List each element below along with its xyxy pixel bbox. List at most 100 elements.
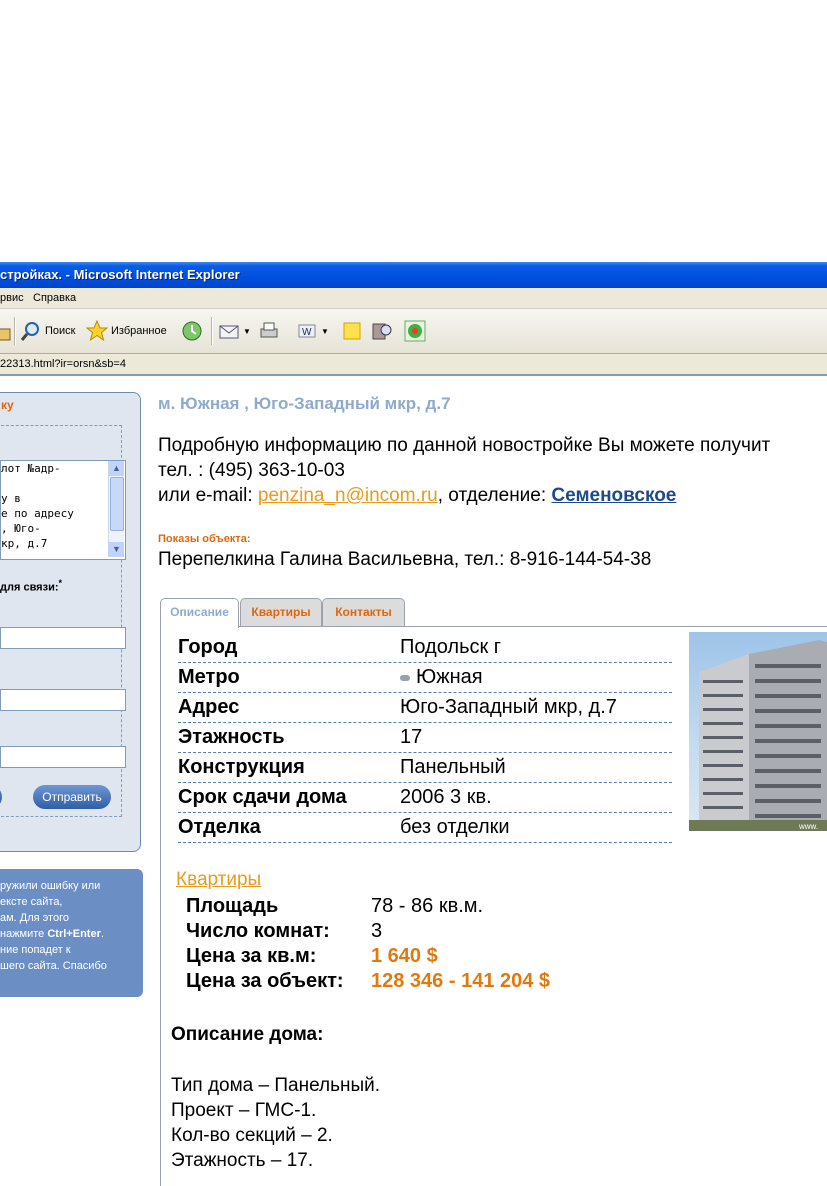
notice-line: ружили ошибку или	[0, 880, 101, 892]
tab-description[interactable]: Описание	[160, 598, 239, 628]
total-price: 128 346 - 141 204 $	[371, 970, 551, 992]
notice-line: ам. Для этого	[0, 912, 69, 924]
chevron-down-icon: ▼	[321, 326, 329, 336]
property-key: Конструкция	[178, 756, 305, 778]
contact-label: для связи:*	[0, 578, 63, 594]
property-key: Метро	[178, 666, 240, 688]
property-value: Подольск г	[400, 636, 502, 658]
property-key: Срок сдачи дома	[178, 786, 347, 808]
scroll-up-icon[interactable]: ▲	[109, 461, 124, 476]
property-row: Город Подольск г	[178, 633, 672, 663]
building-image: www.	[689, 640, 827, 831]
property-key: Адрес	[178, 696, 240, 718]
research-button[interactable]	[371, 317, 393, 345]
flat-value: 3	[371, 920, 383, 942]
flat-row: Цена за объект: 128 346 - 141 204 $	[186, 970, 550, 993]
name-input[interactable]	[0, 689, 126, 711]
property-row: Конструкция Панельный	[178, 753, 672, 783]
chevron-down-icon: ▼	[243, 326, 251, 336]
email-line: или e-mail: penzina_n@incom.ru, отделени…	[158, 485, 677, 506]
flat-key: Число комнат:	[186, 920, 330, 942]
error-report-notice: ружили ошибку или ексте сайта, ам. Для э…	[0, 869, 143, 997]
required-mark: *	[58, 578, 63, 588]
note-button[interactable]	[341, 317, 363, 345]
favorites-button[interactable]: Избранное	[86, 317, 167, 345]
property-row: Отделка без отделки	[178, 813, 672, 843]
page-title: м. Южная , Юго-Западный мкр, д.7	[158, 394, 451, 413]
property-value: Южная	[400, 666, 483, 689]
home-icon	[0, 328, 11, 341]
flat-key: Цена за объект:	[186, 970, 344, 992]
feedback-panel-title: ку	[1, 398, 14, 412]
description-line: Кол-во секций – 2.	[171, 1125, 333, 1146]
flat-row: Площадь 78 - 86 кв.м.	[186, 895, 483, 918]
flat-value: 78 - 86 кв.м.	[371, 895, 484, 917]
shows-label: Показы объекта:	[158, 533, 251, 545]
scroll-down-icon[interactable]: ▼	[109, 542, 124, 557]
notice-line: ексте сайта,	[0, 896, 63, 908]
icq-button[interactable]	[404, 317, 426, 345]
email-link[interactable]: penzina_n@incom.ru	[258, 485, 438, 506]
svg-text:W: W	[302, 327, 312, 338]
email-input[interactable]	[0, 746, 126, 768]
window-title: стройках. - Microsoft Internet Explorer	[0, 267, 240, 282]
home-button[interactable]	[0, 317, 14, 345]
property-value: 17	[400, 726, 423, 748]
property-value: 2006 3 кв.	[400, 786, 492, 808]
menu-item-service[interactable]: рвис	[0, 288, 24, 308]
property-row: Адрес Юго-Западный мкр, д.7	[178, 693, 672, 723]
shows-contact: Перепелкина Галина Васильевна, тел.: 8-9…	[158, 549, 652, 570]
menu-bar: рвис Справка	[0, 288, 827, 309]
property-value: Юго-Западный мкр, д.7	[400, 696, 617, 718]
word-icon: W	[298, 324, 316, 338]
contact-input[interactable]	[0, 627, 126, 649]
menu-item-help[interactable]: Справка	[33, 288, 76, 308]
favorites-button-label: Избранное	[111, 325, 167, 337]
print-button[interactable]	[258, 317, 280, 345]
property-key: Отделка	[178, 816, 261, 838]
price-per-sqm: 1 640 $	[371, 945, 438, 967]
note-icon	[343, 322, 361, 340]
property-key: Город	[178, 636, 238, 658]
history-button[interactable]	[181, 317, 203, 345]
apartments-link[interactable]: Квартиры	[176, 869, 261, 891]
edit-button[interactable]: W ▼	[296, 317, 329, 345]
shortcut-key: Ctrl+Enter	[47, 928, 101, 940]
flat-row: Цена за кв.м: 1 640 $	[186, 945, 438, 968]
scroll-thumb[interactable]	[110, 477, 124, 531]
description-line: Проект – ГМС-1.	[171, 1100, 317, 1121]
tab-contacts[interactable]: Контакты	[322, 598, 405, 626]
description-line: Тип дома – Панельный.	[171, 1075, 381, 1096]
property-row: Этажность 17	[178, 723, 672, 753]
star-icon	[86, 320, 108, 342]
info-line: Подробную информацию по данной новострой…	[158, 435, 771, 456]
flower-icon	[404, 320, 426, 342]
toolbar: Поиск Избранное ▼ W ▼	[0, 309, 827, 354]
house-description-title: Описание дома:	[171, 1024, 324, 1045]
mail-button[interactable]: ▼	[218, 317, 251, 345]
property-value: Панельный	[400, 756, 506, 778]
window-titlebar: стройках. - Microsoft Internet Explorer	[0, 262, 827, 288]
tab-apartments[interactable]: Квартиры	[240, 598, 322, 626]
search-button[interactable]: Поиск	[20, 317, 75, 345]
flat-key: Площадь	[186, 895, 279, 917]
flat-key: Цена за кв.м:	[186, 945, 317, 967]
notice-line: шего сайта. Спасибо	[0, 960, 107, 972]
building-photo[interactable]: www.	[689, 632, 827, 831]
textarea-scrollbar[interactable]: ▲ ▼	[108, 461, 124, 557]
photo-watermark: www.	[798, 822, 818, 831]
property-value: без отделки	[400, 816, 510, 838]
research-icon	[372, 323, 392, 340]
department-link[interactable]: Семеновское	[551, 485, 676, 506]
metro-icon	[400, 674, 410, 681]
property-row: Метро Южная	[178, 663, 672, 693]
property-key: Этажность	[178, 726, 285, 748]
address-url: 22313.html?ir=orsn&sb=4	[0, 358, 126, 370]
send-button[interactable]: Отправить	[33, 785, 111, 809]
history-icon	[182, 321, 202, 341]
address-bar[interactable]: 22313.html?ir=orsn&sb=4	[0, 354, 827, 376]
phone-line: тел. : (495) 363-10-03	[158, 460, 345, 481]
search-icon	[20, 322, 39, 341]
search-button-label: Поиск	[45, 325, 76, 337]
property-row: Срок сдачи дома 2006 3 кв.	[178, 783, 672, 813]
